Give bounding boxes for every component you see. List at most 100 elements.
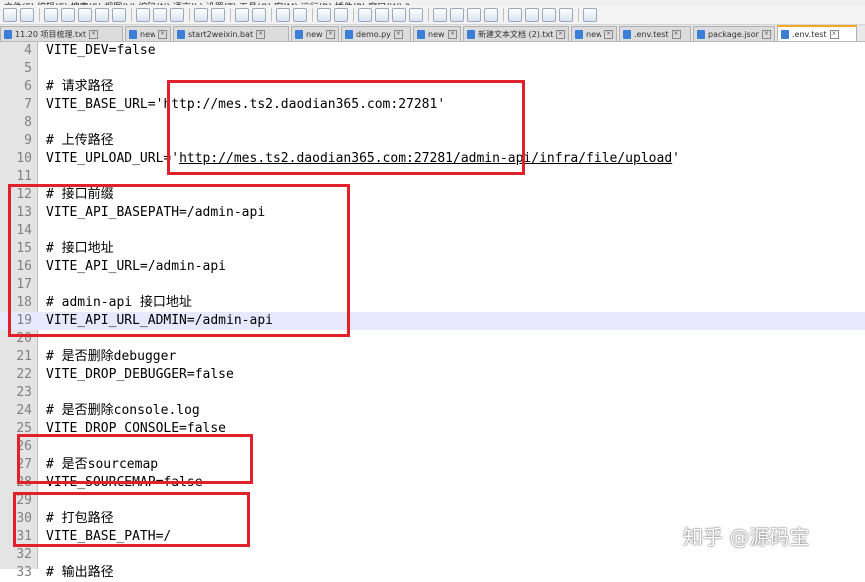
tab-bar: 11.20 项目梳理.txt×new 17×start2weixin.bat×n…: [0, 25, 865, 42]
zoom-in-icon[interactable]: [276, 7, 290, 22]
toolbar-separator: [131, 7, 132, 22]
line-number: 21: [16, 349, 32, 364]
record-icon[interactable]: [508, 7, 522, 22]
doc-map-icon[interactable]: [433, 7, 447, 22]
tab-close-icon[interactable]: ×: [604, 29, 613, 39]
tab-close-icon[interactable]: ×: [829, 29, 839, 39]
new-icon[interactable]: [3, 7, 17, 22]
code-text: # 上传路径: [46, 133, 114, 148]
sync-v-icon[interactable]: [317, 7, 331, 22]
code-line[interactable]: 33 # 输出路径: [0, 564, 865, 582]
undo-icon[interactable]: [194, 7, 208, 22]
code-line[interactable]: 23: [0, 384, 865, 402]
code-text: # 是否删除debugger: [46, 349, 177, 364]
toolbar-separator: [230, 7, 231, 22]
tab-0[interactable]: 11.20 项目梳理.txt ×: [0, 26, 123, 41]
tab-close-icon[interactable]: ×: [448, 29, 457, 39]
toolbar: [0, 5, 865, 25]
toolbar-separator: [578, 7, 579, 22]
line-number: 24: [16, 403, 32, 418]
tab-close-icon[interactable]: ×: [393, 29, 403, 39]
open-icon[interactable]: [20, 7, 34, 22]
file-icon: [623, 29, 631, 39]
zoom-out-icon[interactable]: [293, 7, 307, 22]
line-number: 10: [16, 151, 32, 166]
code-line[interactable]: 21 # 是否删除debugger: [0, 348, 865, 366]
play-multi-icon[interactable]: [559, 7, 573, 22]
udl-icon[interactable]: [409, 7, 423, 22]
tab-8[interactable]: .env.test ×: [619, 26, 691, 41]
tab-5[interactable]: new 29×: [413, 26, 461, 41]
file-icon: [697, 29, 705, 39]
file-icon: [467, 29, 475, 39]
tab-close-icon[interactable]: ×: [556, 29, 565, 39]
play-icon[interactable]: [542, 7, 556, 22]
save-all-icon[interactable]: [61, 7, 75, 22]
tab-close-icon[interactable]: ×: [256, 29, 266, 39]
code-text: # 输出路径: [46, 565, 114, 580]
tab-10[interactable]: .env.test ×: [777, 25, 857, 41]
cut-icon[interactable]: [136, 7, 150, 22]
paste-icon[interactable]: [170, 7, 184, 22]
toolbar-separator: [189, 7, 190, 22]
line-number: 33: [16, 565, 32, 580]
indent-guide-icon[interactable]: [392, 7, 406, 22]
code-text: # 请求路径: [46, 79, 114, 94]
tab-7[interactable]: new 5×: [571, 26, 617, 41]
tab-label: 11.20 项目梳理.txt: [15, 29, 86, 39]
toolbar-separator: [503, 7, 504, 22]
toolbar-separator: [39, 7, 40, 22]
print-icon[interactable]: [112, 7, 126, 22]
monitor-icon[interactable]: [484, 7, 498, 22]
close-all-icon[interactable]: [95, 7, 109, 22]
copy-icon[interactable]: [153, 7, 167, 22]
save-macro-icon[interactable]: [583, 7, 597, 22]
tab-close-icon[interactable]: ×: [671, 29, 681, 39]
tab-1[interactable]: new 17×: [125, 26, 171, 41]
tab-close-icon[interactable]: ×: [158, 29, 167, 39]
highlight-box-base-path: [13, 492, 250, 547]
line-number: 8: [24, 115, 32, 130]
tab-label: .env.test: [634, 29, 669, 39]
line-number: 4: [24, 43, 32, 58]
code-text: VITE_DEV=false: [46, 43, 156, 58]
close-icon[interactable]: [78, 7, 92, 22]
find-icon[interactable]: [235, 7, 249, 22]
file-icon: [575, 29, 583, 39]
stop-icon[interactable]: [525, 7, 539, 22]
all-chars-icon[interactable]: [375, 7, 389, 22]
toolbar-separator: [312, 7, 313, 22]
tab-close-icon[interactable]: ×: [326, 29, 335, 39]
file-icon: [295, 29, 303, 39]
tab-4[interactable]: demo.py ×: [341, 26, 411, 41]
code-line[interactable]: 22 VITE_DROP_DEBUGGER=false: [0, 366, 865, 384]
code-line[interactable]: 5: [0, 60, 865, 78]
code-line[interactable]: 24 # 是否删除console.log: [0, 402, 865, 420]
watermark-text: 知乎 @源码宝: [683, 525, 810, 549]
func-list-icon[interactable]: [450, 7, 464, 22]
file-icon: [781, 29, 789, 39]
sync-h-icon[interactable]: [334, 7, 348, 22]
code-line[interactable]: 4 VITE_DEV=false: [0, 42, 865, 60]
toolbar-separator: [353, 7, 354, 22]
save-icon[interactable]: [44, 7, 58, 22]
wrap-icon[interactable]: [358, 7, 372, 22]
tab-3[interactable]: new 28×: [291, 26, 339, 41]
tab-close-icon[interactable]: ×: [762, 29, 771, 39]
tab-close-icon[interactable]: ×: [89, 29, 98, 39]
replace-icon[interactable]: [252, 7, 266, 22]
tab-2[interactable]: start2weixin.bat ×: [173, 26, 289, 41]
folder-workspace-icon[interactable]: [467, 7, 481, 22]
line-number: 9: [24, 133, 32, 148]
line-number: 22: [16, 367, 32, 382]
line-number: 7: [24, 97, 32, 112]
tab-9[interactable]: package.json ×: [693, 26, 775, 41]
tab-6[interactable]: 新建文本文档 (2).txt ×: [463, 26, 569, 41]
redo-icon[interactable]: [211, 7, 225, 22]
toolbar-separator: [428, 7, 429, 22]
file-icon: [177, 29, 185, 39]
file-icon: [129, 29, 137, 39]
tab-label: new 29: [428, 29, 445, 39]
highlight-box-sourcemap: [17, 434, 253, 484]
tab-label: package.json: [708, 29, 759, 39]
